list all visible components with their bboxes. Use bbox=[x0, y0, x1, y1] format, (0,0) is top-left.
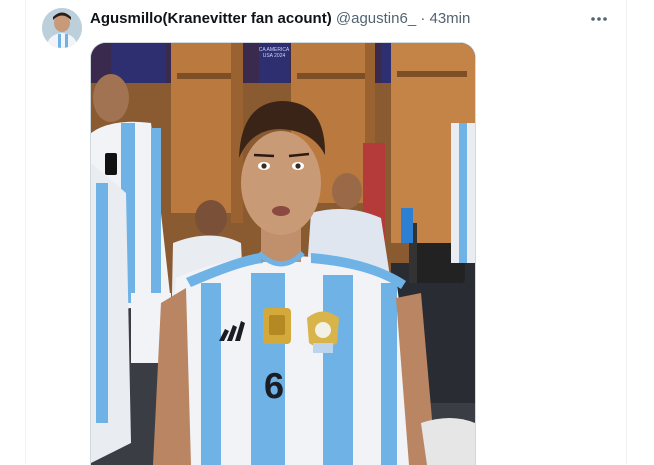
tweet-header: Agusmillo(Kranevitter fan acount) @agust… bbox=[90, 9, 470, 29]
timestamp[interactable]: 43min bbox=[430, 10, 471, 27]
jersey-number: 9 bbox=[264, 365, 284, 406]
video-frame: CA AMERICA USA 2024 9 bbox=[91, 43, 475, 465]
user-handle[interactable]: @agustin6_ bbox=[336, 10, 416, 27]
separator-dot: · bbox=[420, 10, 426, 27]
display-name[interactable]: Agusmillo(Kranevitter fan acount) bbox=[90, 10, 332, 27]
avatar-player-photo-icon bbox=[42, 8, 82, 48]
more-options-icon bbox=[591, 17, 607, 21]
more-options-button[interactable] bbox=[588, 8, 610, 30]
avatar[interactable] bbox=[42, 8, 82, 48]
tweet-media-video[interactable]: CA AMERICA USA 2024 9 bbox=[90, 42, 476, 465]
svg-text:USA 2024: USA 2024 bbox=[263, 53, 286, 59]
